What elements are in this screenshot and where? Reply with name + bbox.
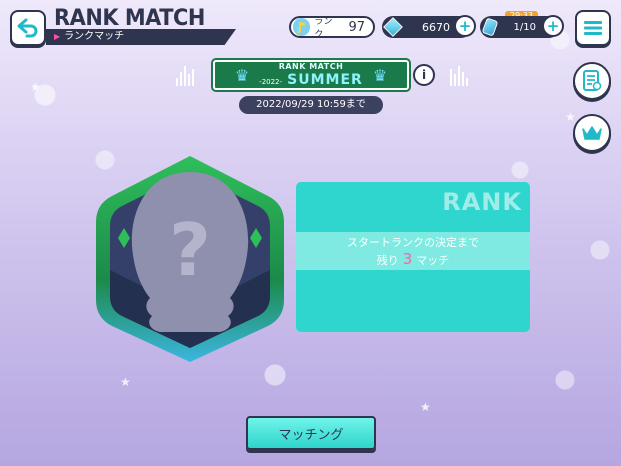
sparkle-icon: ★ <box>30 80 41 94</box>
crown-icon <box>582 126 602 140</box>
rank-panel-line1: スタートランクの決定まで <box>347 236 479 249</box>
play-triangle-icon: ▶ <box>54 32 61 41</box>
rank-panel-message: スタートランクの決定まで 残り 3 マッチ <box>296 232 530 270</box>
event-banner: ♛ RANK MATCH -2022- SUMMER ♛ <box>213 60 409 90</box>
equalizer-decor-left <box>176 64 194 86</box>
crystal-icon <box>383 17 403 37</box>
add-energy-button[interactable]: + <box>542 15 564 37</box>
banner-year: -2022- <box>259 78 283 86</box>
energy-pill: 1/10 + <box>480 15 564 38</box>
music-note-icon <box>293 18 311 36</box>
menu-button[interactable] <box>575 10 611 46</box>
energy-ticket-icon <box>481 17 499 37</box>
crown-icon: ♛ <box>234 65 250 85</box>
page-subtitle-text: ランクマッチ <box>64 31 125 42</box>
banner-season: SUMMER <box>287 72 363 88</box>
event-deadline: 2022/09/29 10:59まで <box>239 96 383 114</box>
sparkle-icon: ★ <box>565 110 576 124</box>
question-mark-icon: ? <box>169 208 211 292</box>
matching-button[interactable]: マッチング <box>246 416 376 450</box>
rules-button[interactable] <box>573 62 611 100</box>
add-crystals-button[interactable]: + <box>454 15 476 37</box>
rank-level-pill: ランク 97 <box>289 16 375 40</box>
remaining-suffix: マッチ <box>416 254 450 267</box>
document-icon <box>583 70 602 91</box>
page-subtitle: ▶ ランクマッチ <box>46 29 236 45</box>
sparkle-icon: ★ <box>120 375 131 389</box>
crystal-count: 6670 <box>422 20 450 34</box>
unknown-rank-badge: ? <box>96 156 284 362</box>
rank-panel-heading: RANK <box>442 188 522 216</box>
ranking-button[interactable] <box>573 114 611 152</box>
hamburger-icon <box>584 21 602 35</box>
energy-count: 1/10 <box>513 21 536 33</box>
back-button[interactable] <box>10 10 46 46</box>
rank-value: 97 <box>348 19 365 35</box>
rank-label: ランク <box>314 17 333 40</box>
sparkle-icon: ★ <box>420 400 431 414</box>
remaining-count: 3 <box>402 250 413 268</box>
remaining-prefix: 残り <box>376 254 399 267</box>
back-arrow-icon <box>17 18 38 38</box>
crown-icon: ♛ <box>372 65 388 85</box>
equalizer-decor-right <box>450 64 468 86</box>
info-button[interactable]: i <box>413 64 435 86</box>
page-title: RANK MATCH <box>54 6 205 31</box>
banner-title: RANK MATCH <box>278 62 344 71</box>
rank-status-panel: RANK スタートランクの決定まで 残り 3 マッチ <box>296 182 530 332</box>
rank-panel-line2: 残り 3 マッチ <box>296 251 530 269</box>
crystal-pill: 6670 + <box>382 15 476 38</box>
